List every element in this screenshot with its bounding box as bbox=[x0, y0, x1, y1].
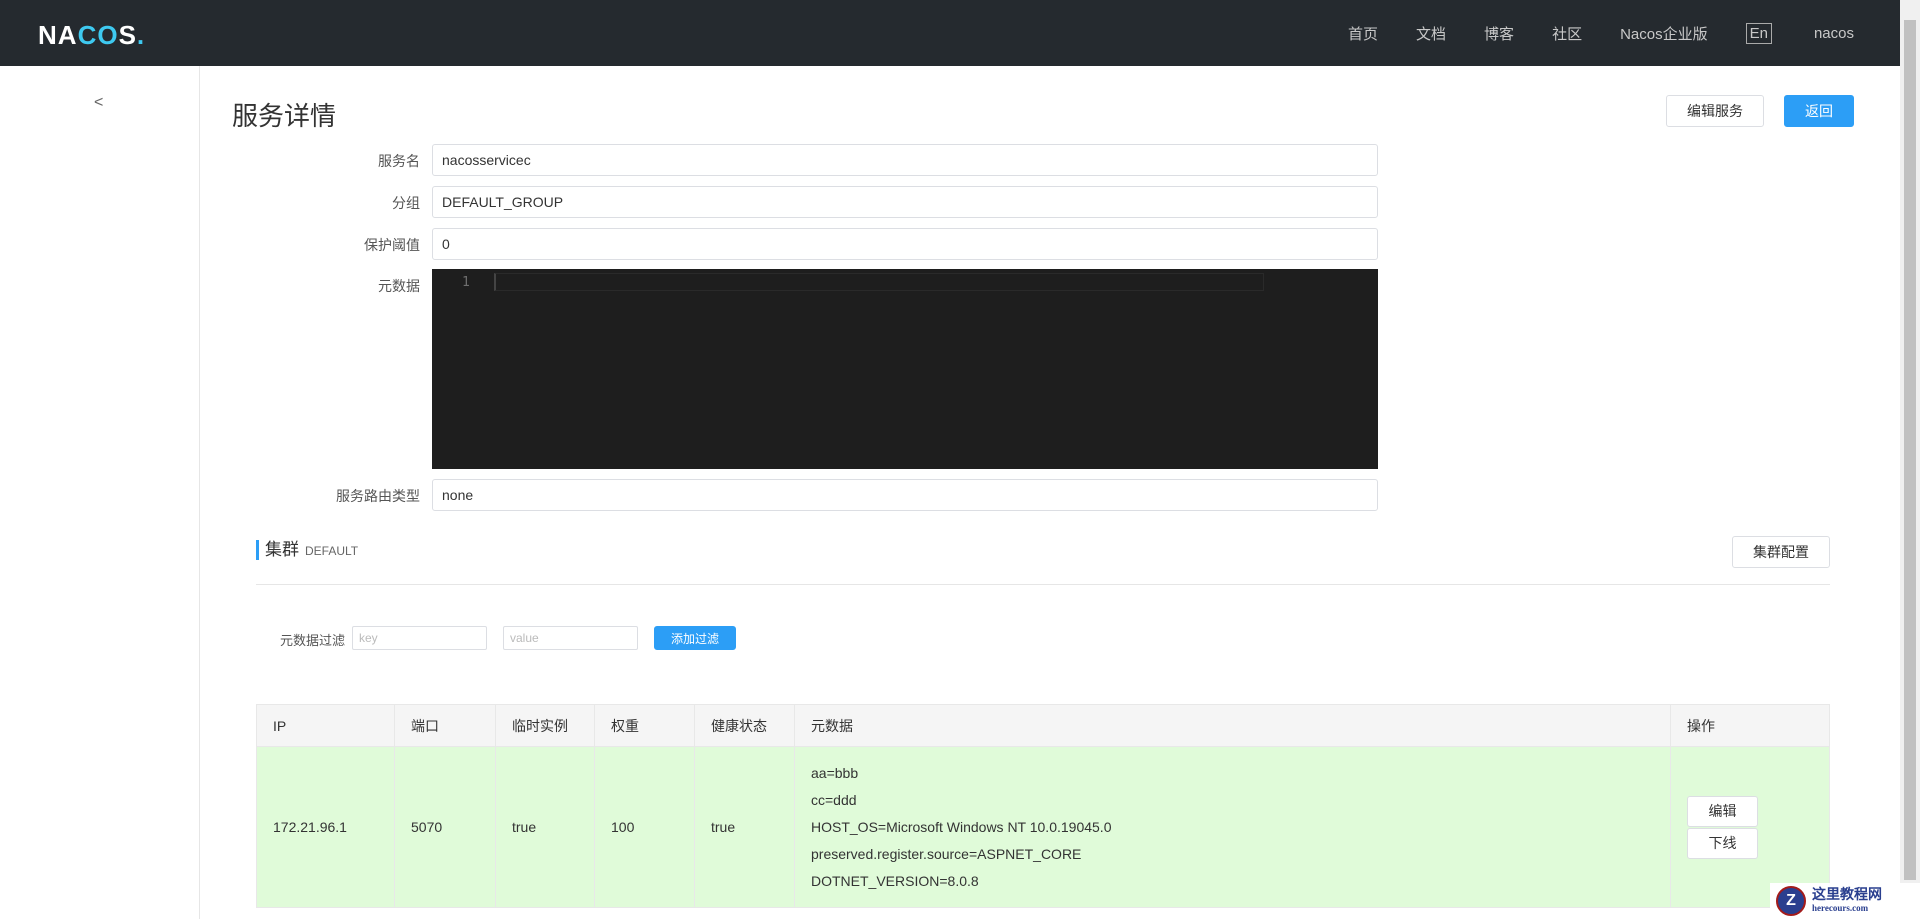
metadata-entry: cc=ddd bbox=[811, 791, 857, 808]
metadata-entry: HOST_OS=Microsoft Windows NT 10.0.19045.… bbox=[811, 818, 1112, 835]
col-weight: 权重 bbox=[594, 704, 695, 747]
cluster-config-button[interactable]: 集群配置 bbox=[1732, 536, 1830, 568]
metadata-filter-label: 元数据过滤 bbox=[280, 633, 346, 648]
col-healthy: 健康状态 bbox=[694, 704, 795, 747]
scrollbar[interactable] bbox=[1900, 0, 1920, 919]
col-ephemeral: 临时实例 bbox=[495, 704, 595, 747]
main-content: 服务详情 编辑服务 返回 服务名 nacosservicec 分组 DEFAUL… bbox=[200, 66, 1900, 919]
metadata-label: 元数据 bbox=[378, 278, 420, 294]
editor-current-line bbox=[494, 273, 1264, 291]
metadata-entry: preserved.register.source=ASPNET_CORE bbox=[811, 845, 1082, 862]
watermark: Z 这里教程网 herecours.com bbox=[1770, 883, 1920, 919]
nacos-logo[interactable]: NACOS. bbox=[38, 20, 145, 51]
nav-blog[interactable]: 博客 bbox=[1484, 23, 1514, 44]
service-name-input[interactable]: nacosservicec bbox=[432, 144, 1378, 176]
col-ip: IP bbox=[256, 704, 395, 747]
filter-key-input[interactable]: key bbox=[352, 626, 487, 650]
cluster-name: DEFAULT bbox=[305, 544, 359, 558]
top-nav: NACOS. 首页 文档 博客 社区 Nacos企业版 En nacos bbox=[0, 0, 1900, 66]
divider bbox=[256, 584, 1830, 585]
add-filter-button[interactable]: 添加过滤 bbox=[654, 626, 736, 650]
cell-port: 5070 bbox=[394, 746, 496, 908]
threshold-label: 保护阈值 bbox=[364, 237, 420, 253]
col-metadata: 元数据 bbox=[794, 704, 1671, 747]
edit-instance-button[interactable]: 编辑 bbox=[1687, 795, 1758, 827]
selector-input[interactable]: none bbox=[432, 479, 1378, 511]
scrollbar-thumb[interactable] bbox=[1904, 20, 1916, 880]
cell-metadata: aa=bbb cc=ddd HOST_OS=Microsoft Windows … bbox=[794, 746, 1671, 908]
edit-service-button[interactable]: 编辑服务 bbox=[1666, 95, 1764, 127]
page-title: 服务详情 bbox=[232, 101, 337, 131]
cluster-title: 集群 bbox=[265, 540, 299, 559]
user-menu[interactable]: nacos bbox=[1814, 25, 1854, 42]
cell-ephemeral: true bbox=[495, 746, 595, 908]
cluster-header: 集群 DEFAULT bbox=[256, 540, 358, 560]
offline-instance-button[interactable]: 下线 bbox=[1687, 827, 1758, 859]
cell-weight: 100 bbox=[594, 746, 695, 908]
chevron-left-icon[interactable]: < bbox=[94, 94, 103, 112]
table-row: 172.21.96.1 5070 true 100 true aa=bbb cc… bbox=[256, 746, 1830, 908]
back-button[interactable]: 返回 bbox=[1784, 95, 1854, 127]
metadata-editor[interactable]: 1 bbox=[432, 269, 1378, 469]
cell-healthy: true bbox=[694, 746, 795, 908]
group-label: 分组 bbox=[392, 195, 420, 211]
nav-home[interactable]: 首页 bbox=[1348, 23, 1378, 44]
sidebar: < bbox=[0, 66, 200, 919]
selector-label: 服务路由类型 bbox=[336, 488, 420, 504]
group-input[interactable]: DEFAULT_GROUP bbox=[432, 186, 1378, 218]
nav-docs[interactable]: 文档 bbox=[1416, 23, 1446, 44]
instance-table: IP 端口 临时实例 权重 健康状态 元数据 操作 172.21.96.1 50… bbox=[256, 704, 1830, 908]
filter-value-input[interactable]: value bbox=[503, 626, 638, 650]
cell-ip: 172.21.96.1 bbox=[256, 746, 395, 908]
language-toggle[interactable]: En bbox=[1745, 22, 1772, 44]
metadata-entry: DOTNET_VERSION=8.0.8 bbox=[811, 872, 979, 889]
metadata-entry: aa=bbb bbox=[811, 764, 859, 781]
watermark-logo-icon: Z bbox=[1776, 886, 1806, 916]
line-number: 1 bbox=[462, 275, 470, 290]
service-name-label: 服务名 bbox=[378, 153, 420, 169]
threshold-input[interactable]: 0 bbox=[432, 228, 1378, 260]
col-actions: 操作 bbox=[1670, 704, 1830, 747]
nav-community[interactable]: 社区 bbox=[1552, 23, 1582, 44]
watermark-text: 这里教程网 herecours.com bbox=[1812, 886, 1882, 913]
nav-enterprise[interactable]: Nacos企业版 bbox=[1620, 23, 1708, 44]
col-port: 端口 bbox=[394, 704, 496, 747]
